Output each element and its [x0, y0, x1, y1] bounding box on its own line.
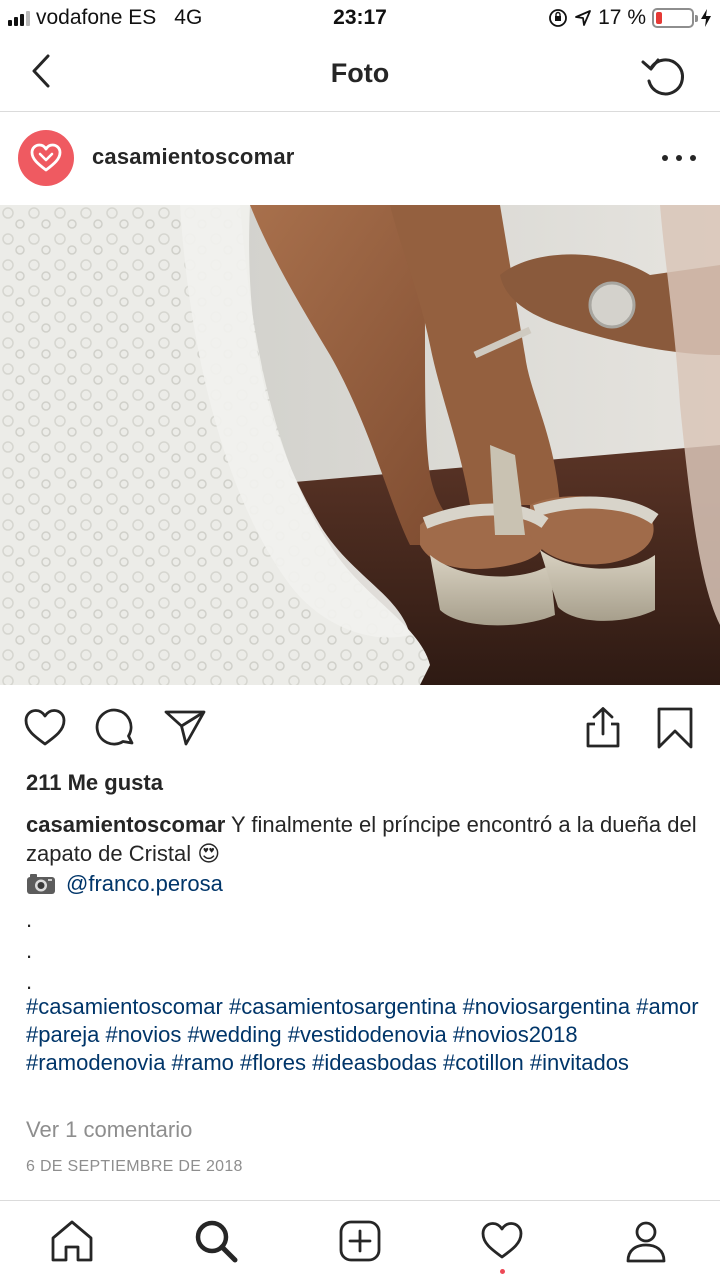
status-bar: vodafone ES 4G 23:17 17 %: [0, 0, 720, 38]
notification-dot: [500, 1269, 505, 1274]
post-date: 6 DE SEPTIEMBRE DE 2018: [26, 1158, 243, 1175]
caption-dots: . . .: [26, 904, 32, 997]
location-icon: [575, 10, 592, 26]
camera-icon: [27, 873, 55, 894]
tab-new-post[interactable]: [336, 1217, 384, 1265]
bookmark-icon: [657, 707, 693, 749]
comment-icon: [95, 708, 134, 746]
search-icon: [195, 1220, 238, 1263]
wedding-shoes-photo: [0, 205, 720, 685]
save-button[interactable]: [652, 705, 698, 751]
home-icon: [51, 1220, 93, 1262]
photographer-mention[interactable]: @franco.perosa: [66, 869, 223, 898]
page-title: Foto: [330, 58, 390, 88]
view-comments-link[interactable]: Ver 1 comentario: [26, 1117, 192, 1143]
heart-icon: [24, 709, 66, 746]
heart-logo-icon: [30, 143, 62, 172]
caption: casamientoscomar Y finalmente el príncip…: [26, 810, 706, 868]
activity-heart-icon: [481, 1222, 523, 1259]
nav-header: Foto: [0, 38, 720, 112]
tab-bar: [0, 1200, 720, 1280]
battery-icon: [652, 8, 698, 28]
tab-activity[interactable]: [478, 1217, 526, 1274]
share-button[interactable]: [162, 705, 208, 751]
tab-search[interactable]: [192, 1217, 240, 1265]
tab-profile[interactable]: [622, 1217, 670, 1265]
hashtags[interactable]: #casamientoscomar #casamientosargentina …: [26, 993, 716, 1077]
caption-username[interactable]: casamientoscomar: [26, 812, 225, 837]
orientation-lock-icon: [549, 9, 568, 27]
add-post-icon: [339, 1220, 381, 1262]
dot-line: .: [26, 938, 33, 963]
tab-home[interactable]: [48, 1217, 96, 1265]
likes-count[interactable]: 211 Me gusta: [26, 770, 163, 796]
dot-line: .: [26, 907, 33, 932]
action-bar: [0, 685, 720, 771]
like-button[interactable]: [22, 705, 68, 751]
charging-icon: [701, 9, 711, 27]
post-header: casamientoscomar: [0, 112, 720, 205]
comment-button[interactable]: [92, 705, 138, 751]
more-options-button[interactable]: [662, 152, 696, 164]
more-dots-icon: [662, 155, 668, 161]
profile-icon: [626, 1221, 666, 1263]
refresh-icon: [641, 58, 684, 96]
share-icon: [164, 710, 206, 746]
mention-line: @franco.perosa: [26, 869, 223, 898]
upload-button[interactable]: [580, 705, 626, 751]
upload-icon: [586, 707, 620, 748]
post-photo[interactable]: [0, 205, 720, 685]
refresh-button[interactable]: [638, 50, 688, 100]
battery-percent: 17 %: [598, 6, 646, 29]
avatar[interactable]: [18, 130, 74, 186]
post-username[interactable]: casamientoscomar: [92, 144, 295, 170]
